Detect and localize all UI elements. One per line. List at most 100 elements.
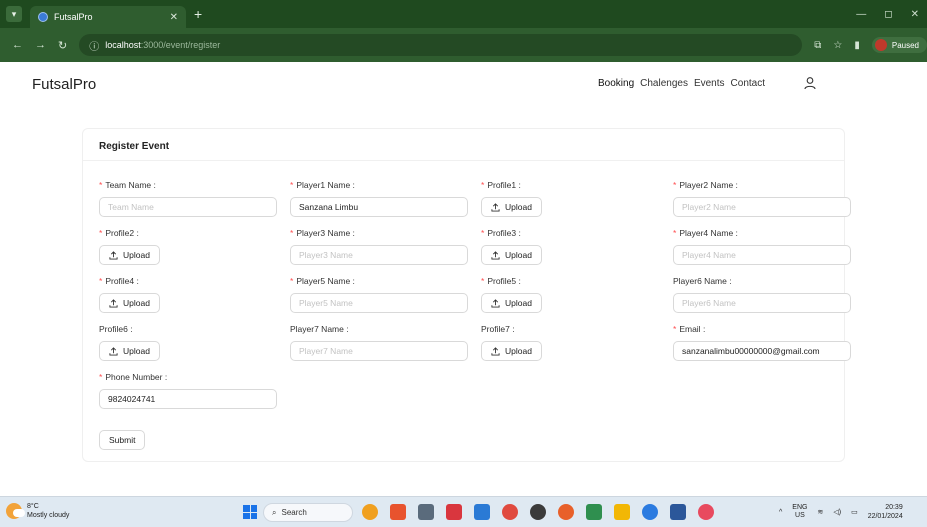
profile4-field: * Profile4 : Upload (99, 276, 160, 313)
taskbar-search[interactable]: ⌕ Search (263, 503, 353, 522)
profile6-field: Profile6 : Upload (99, 324, 160, 361)
address-bar-row: ← → ↻ ⓘ localhost:3000/event/register ⧉ … (0, 28, 927, 62)
profile6-label: Profile6 (99, 324, 128, 334)
site-info-icon[interactable]: ⓘ (89, 38, 99, 53)
chrome-profile-icon[interactable] (698, 504, 714, 520)
widget-app-icon[interactable] (362, 504, 378, 520)
weather-cloudy-icon (6, 503, 25, 519)
upload-label: Upload (505, 298, 532, 308)
file-app-icon[interactable] (418, 504, 434, 520)
required-mark: * (673, 180, 677, 190)
minimize-icon[interactable]: — (856, 9, 866, 20)
player1-name-input[interactable] (290, 197, 468, 217)
check-app-icon[interactable] (586, 504, 602, 520)
phone-number-field: * Phone Number : (99, 372, 277, 409)
chrome-icon[interactable] (558, 504, 574, 520)
email-input[interactable] (673, 341, 851, 361)
nav-events[interactable]: Events (694, 78, 725, 89)
player4-name-field: * Player4 Name : (673, 228, 851, 265)
reload-icon[interactable]: ↻ (58, 39, 67, 52)
profile1-upload-button[interactable]: Upload (481, 197, 542, 217)
notification-app-icon[interactable] (446, 504, 462, 520)
player3-name-label: Player3 Name (296, 228, 351, 238)
forward-icon[interactable]: → (35, 39, 46, 51)
language-indicator[interactable]: ENG US (792, 504, 807, 520)
profile1-field: * Profile1 : Upload (481, 180, 542, 217)
side-panel-icon[interactable]: ▮ (854, 40, 860, 51)
word-icon[interactable] (670, 504, 686, 520)
upload-label: Upload (123, 250, 150, 260)
player5-name-input[interactable] (290, 293, 468, 313)
player2-name-input[interactable] (673, 197, 851, 217)
url-host: localhost (105, 40, 141, 50)
vscode-icon[interactable] (474, 504, 490, 520)
brave-icon[interactable] (502, 504, 518, 520)
cast-icon[interactable]: ⧉ (814, 40, 821, 51)
site-logo[interactable]: FutsalPro (32, 76, 96, 93)
profile3-upload-button[interactable]: Upload (481, 245, 542, 265)
taskbar-search-label: Search (281, 508, 307, 517)
weather-temp: 8°C (27, 503, 39, 510)
phone-number-input[interactable] (99, 389, 277, 409)
search-icon: ⌕ (272, 507, 277, 517)
upload-icon (491, 346, 500, 356)
windows-start-icon[interactable] (243, 505, 257, 519)
profile3-label: Profile3 (487, 228, 517, 238)
edge-icon[interactable] (642, 504, 658, 520)
required-mark: * (99, 372, 103, 382)
tab-title: FutsalPro (54, 12, 93, 22)
close-window-icon[interactable]: ✕ (911, 9, 919, 20)
required-mark: * (290, 276, 294, 286)
player3-name-input[interactable] (290, 245, 468, 265)
team-name-input[interactable] (99, 197, 277, 217)
maximize-icon[interactable]: ◻ (884, 9, 892, 20)
player7-name-label: Player7 Name (290, 324, 344, 334)
player5-name-field: * Player5 Name : (290, 276, 468, 313)
new-tab-icon[interactable]: + (194, 6, 202, 22)
profile5-field: * Profile5 : Upload (481, 276, 542, 313)
profile5-upload-button[interactable]: Upload (481, 293, 542, 313)
profile4-upload-button[interactable]: Upload (99, 293, 160, 313)
user-icon[interactable] (803, 76, 817, 90)
nav-booking[interactable]: Booking (598, 78, 634, 89)
tab-search-icon[interactable]: ▾ (6, 6, 22, 22)
app-icon[interactable] (390, 504, 406, 520)
profile7-upload-button[interactable]: Upload (481, 341, 542, 361)
profile2-upload-button[interactable]: Upload (99, 245, 160, 265)
os-taskbar: 8°C Mostly cloudy ⌕ Search ^ ENG US ≋ ◁)… (0, 496, 927, 527)
url-input[interactable]: ⓘ localhost:3000/event/register (79, 34, 803, 56)
profile-button[interactable]: Paused (871, 37, 927, 53)
github-icon[interactable] (530, 504, 546, 520)
profile-avatar-icon (874, 39, 887, 51)
bookmark-star-icon[interactable]: ☆ (833, 40, 842, 51)
required-mark: * (481, 228, 485, 238)
team-name-field: * Team Name : (99, 180, 277, 217)
required-mark: * (673, 228, 677, 238)
profile-status: Paused (891, 40, 919, 50)
upload-label: Upload (123, 346, 150, 356)
player6-name-label: Player6 Name (673, 276, 727, 286)
nav-chalenges[interactable]: Chalenges (640, 78, 688, 89)
profile1-label: Profile1 (487, 180, 517, 190)
browser-tab[interactable]: FutsalPro ✕ (30, 6, 186, 28)
weather-widget[interactable]: 8°C Mostly cloudy (6, 502, 69, 520)
tray-chevron-icon[interactable]: ^ (779, 509, 782, 516)
upload-icon (109, 346, 118, 356)
player6-name-input[interactable] (673, 293, 851, 313)
player7-name-input[interactable] (290, 341, 468, 361)
player1-name-field: * Player1 Name : (290, 180, 468, 217)
nav-contact[interactable]: Contact (731, 78, 765, 89)
tab-close-icon[interactable]: ✕ (170, 12, 178, 23)
back-icon[interactable]: ← (12, 39, 23, 51)
clock[interactable]: 20:39 22/01/2024 (868, 503, 903, 521)
battery-icon[interactable]: ▭ (851, 508, 858, 516)
folder-icon[interactable] (614, 504, 630, 520)
profile4-label: Profile4 (105, 276, 135, 286)
volume-icon[interactable]: ◁) (833, 508, 841, 516)
profile3-field: * Profile3 : Upload (481, 228, 542, 265)
profile5-label: Profile5 (487, 276, 517, 286)
wifi-icon[interactable]: ≋ (817, 508, 823, 516)
player4-name-input[interactable] (673, 245, 851, 265)
profile6-upload-button[interactable]: Upload (99, 341, 160, 361)
submit-button[interactable]: Submit (99, 430, 146, 450)
